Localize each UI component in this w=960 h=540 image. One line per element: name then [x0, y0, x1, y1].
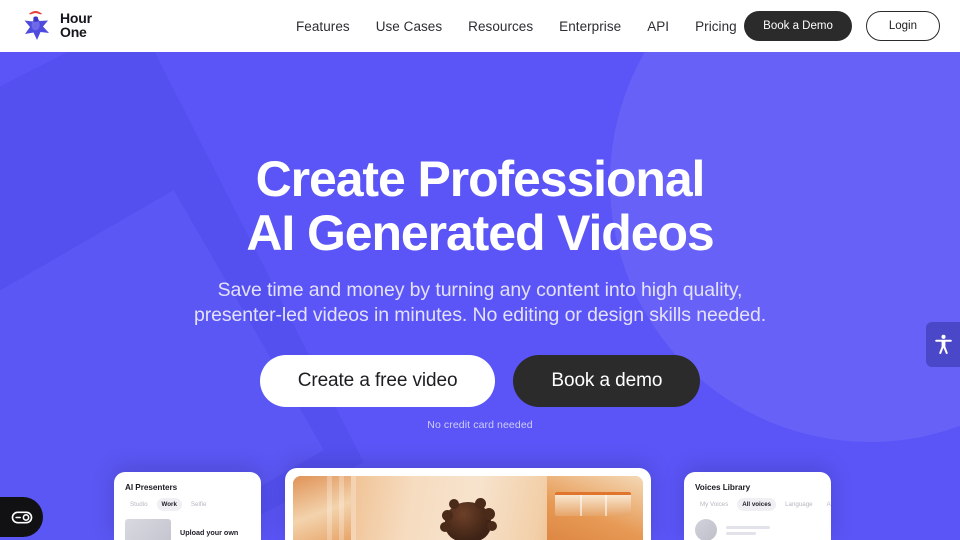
hair-curl-1: [442, 510, 453, 521]
hour-one-star-logo-icon: [24, 9, 49, 40]
voices-library-card-title: Voices Library: [695, 483, 751, 492]
accessibility-widget-button[interactable]: [926, 322, 960, 367]
upload-your-own-label[interactable]: Upload your own: [180, 528, 238, 537]
video-blind-1: [327, 476, 332, 540]
tab-selfie[interactable]: Selfie: [186, 498, 211, 511]
chat-bubble-icon: [11, 511, 32, 523]
login-button[interactable]: Login: [865, 11, 940, 41]
ai-presenters-card-title: AI Presenters: [125, 483, 178, 492]
accessibility-person-icon: [934, 334, 952, 355]
nav-item-use-cases[interactable]: Use Cases: [376, 19, 442, 34]
video-window: [555, 492, 631, 516]
video-blind-3: [351, 476, 356, 540]
hero-subheadline-line2: presenter-led videos in minutes. No edit…: [193, 304, 767, 327]
tab-language[interactable]: Language: [780, 498, 818, 511]
hero-section: Create Professional AI Generated Videos …: [0, 52, 960, 540]
logo-text: Hour One: [60, 9, 92, 40]
hero-content: Create Professional AI Generated Videos …: [0, 152, 960, 431]
voice-avatar[interactable]: [695, 519, 717, 540]
nav-item-features[interactable]: Features: [296, 19, 350, 34]
tab-my-voices[interactable]: My Voices: [695, 498, 733, 511]
no-credit-card-note: No credit card needed: [427, 418, 533, 431]
hero-subheadline-line1: Save time and money by turning any conte…: [217, 279, 743, 301]
hero-headline: Create Professional AI Generated Videos: [0, 152, 960, 260]
video-blind-2: [339, 476, 344, 540]
hair-curl-4: [475, 498, 486, 509]
video-window-divider-2: [605, 495, 607, 516]
voice-line-1: [726, 525, 770, 529]
presenter-thumbnail[interactable]: [125, 519, 171, 540]
video-preview-card[interactable]: [285, 468, 651, 540]
nav-item-resources[interactable]: Resources: [468, 19, 533, 34]
ai-presenters-tabs: Studio Work Selfie: [125, 498, 250, 511]
hair-curl-3: [449, 499, 459, 509]
ai-presenters-card[interactable]: AI Presenters Studio Work Selfie Upload …: [114, 472, 261, 540]
header-actions: Book a Demo Login: [744, 0, 940, 52]
voices-library-tabs: My Voices All voices Language Accent: [695, 498, 831, 511]
page-root: Hour One Features Use Cases Resources En…: [0, 0, 960, 540]
hair-curl-6: [487, 521, 497, 531]
book-a-demo-button[interactable]: Book a demo: [513, 354, 701, 407]
site-header: Hour One Features Use Cases Resources En…: [0, 0, 960, 52]
voice-meta-lines: [726, 525, 770, 535]
tab-work[interactable]: Work: [156, 498, 182, 511]
nav-item-pricing[interactable]: Pricing: [695, 19, 737, 34]
hair-curl-5: [440, 522, 450, 532]
hero-headline-line2: AI Generated Videos: [246, 205, 714, 261]
tab-accent[interactable]: Accent: [822, 498, 831, 511]
hero-cta-row: Create a free video Book a demo: [0, 354, 960, 407]
presenter-hair: [440, 498, 497, 540]
book-demo-button[interactable]: Book a Demo: [744, 11, 852, 41]
video-window-divider-1: [580, 495, 582, 516]
voice-line-2: [726, 531, 756, 535]
logo[interactable]: Hour One: [18, 6, 92, 44]
chat-widget-button[interactable]: [0, 497, 43, 537]
tab-all-voices[interactable]: All voices: [737, 498, 777, 511]
voices-library-card[interactable]: Voices Library My Voices All voices Lang…: [684, 472, 831, 540]
voices-library-body: [695, 519, 820, 540]
tab-studio[interactable]: Studio: [125, 498, 153, 511]
feature-cards: AI Presenters Studio Work Selfie Upload …: [0, 460, 960, 540]
hero-subheadline: Save time and money by turning any conte…: [0, 278, 960, 329]
hero-headline-line1: Create Professional: [255, 151, 706, 207]
create-free-video-button[interactable]: Create a free video: [259, 354, 496, 407]
video-preview-frame: [293, 476, 643, 540]
nav-item-api[interactable]: API: [647, 19, 669, 34]
nav-item-enterprise[interactable]: Enterprise: [559, 19, 621, 34]
ai-presenters-body: Upload your own: [125, 519, 250, 540]
hair-curl-2: [483, 508, 495, 520]
main-nav: Features Use Cases Resources Enterprise …: [296, 0, 737, 52]
